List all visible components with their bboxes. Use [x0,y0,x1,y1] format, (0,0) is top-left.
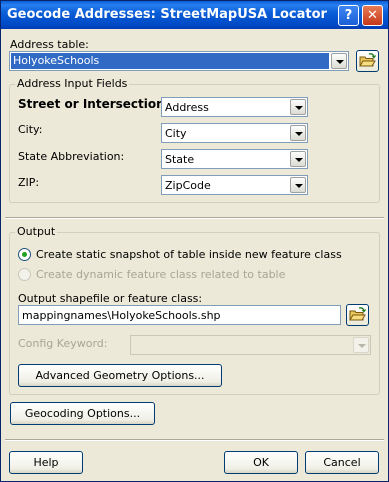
state-label: State Abbreviation: [18,150,125,163]
folder-open-icon [359,53,377,67]
advanced-geometry-options-button[interactable]: Advanced Geometry Options... [18,364,222,387]
folder-open-icon [349,307,367,321]
chevron-down-icon[interactable] [290,99,306,115]
address-input-fields-legend: Address Input Fields [15,77,130,90]
close-button[interactable]: ✕ [362,5,383,26]
city-label: City: [18,123,43,136]
browse-output-button[interactable] [346,304,369,326]
chevron-down-icon[interactable] [290,177,306,193]
separator [5,439,384,441]
address-table-label: Address table: [10,38,89,51]
output-shapefile-label: Output shapefile or feature class: [18,292,203,305]
chevron-down-icon[interactable] [331,53,347,69]
street-label: Street or Intersection: [18,97,170,111]
output-legend: Output [15,225,58,238]
config-keyword-select[interactable] [130,335,371,355]
static-snapshot-radio[interactable] [18,248,31,261]
ok-button[interactable]: OK [224,451,298,474]
chevron-down-icon[interactable] [290,125,306,141]
open-table-button[interactable] [356,50,379,72]
state-select[interactable]: State [161,149,308,169]
zip-label: ZIP: [18,176,40,189]
state-value: State [165,153,195,166]
static-snapshot-label[interactable]: Create static snapshot of table inside n… [36,248,342,261]
output-shapefile-input[interactable]: mappingnames\HolyokeSchools.shp [18,305,341,325]
help-title-button[interactable]: ? [338,5,359,26]
city-value: City [165,127,187,140]
zip-select[interactable]: ZipCode [161,175,308,195]
geocode-dialog: Geocode Addresses: StreetMapUSA Locator … [0,0,389,482]
city-select[interactable]: City [161,123,308,143]
street-value: Address [165,101,209,114]
help-button[interactable]: Help [9,451,83,474]
config-keyword-label: Config Keyword: [18,337,108,350]
chevron-down-icon[interactable] [353,337,369,353]
dynamic-feature-class-radio[interactable] [18,268,31,281]
output-shapefile-value: mappingnames\HolyokeSchools.shp [22,309,221,322]
window-title: Geocode Addresses: StreetMapUSA Locator [7,7,327,22]
address-table-select[interactable]: HolyokeSchools [9,51,349,71]
address-table-value: HolyokeSchools [11,53,329,69]
dynamic-feature-class-label[interactable]: Create dynamic feature class related to … [36,268,285,281]
street-select[interactable]: Address [161,97,308,117]
separator [5,217,384,219]
cancel-button[interactable]: Cancel [305,451,379,474]
chevron-down-icon[interactable] [290,151,306,167]
zip-value: ZipCode [165,179,211,192]
geocoding-options-button[interactable]: Geocoding Options... [10,402,155,425]
title-bar: Geocode Addresses: StreetMapUSA Locator … [1,1,388,29]
